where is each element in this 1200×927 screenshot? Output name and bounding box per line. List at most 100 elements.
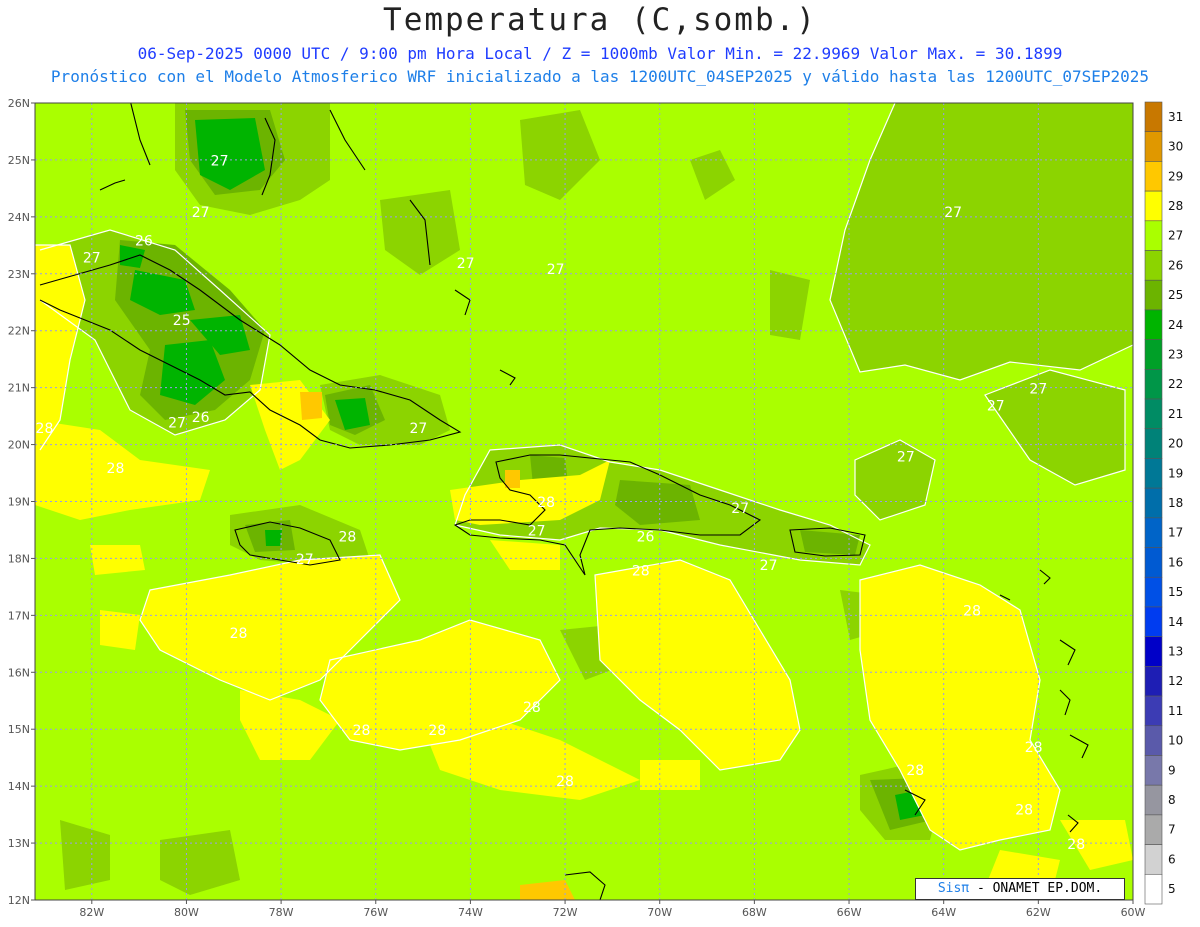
contour-label: 27	[83, 250, 101, 266]
longitude-labels: 82W 80W 78W 76W 74W 72W 70W 68W 66W 64W 62W 60W	[79, 900, 1146, 919]
color-scale-bar: 31 30 29 28 27 26 25 24 23 22 21 20 19 18 17 16 15 14 13 12…	[1144, 101, 1183, 905]
colorbar-label: 28	[1168, 199, 1183, 213]
colorbar-label: 9	[1168, 763, 1176, 777]
contour-label: 28	[556, 774, 574, 790]
colorbar-label: 11	[1168, 704, 1183, 718]
colorbar-swatch	[1144, 666, 1163, 697]
contour-label: 27	[457, 256, 475, 272]
lat-tick-label: 12N	[8, 894, 30, 907]
colorbar-label: 30	[1168, 140, 1183, 154]
contour-label: 28	[353, 723, 371, 739]
colorbar-label: 16	[1168, 555, 1183, 569]
lat-tick-label: 24N	[8, 211, 30, 224]
lat-tick-label: 14N	[8, 780, 30, 793]
colorbar-swatch	[1144, 547, 1163, 578]
colorbar-swatch	[1144, 279, 1163, 311]
colorbar-label: 7	[1168, 823, 1176, 837]
lon-tick-label: 60W	[1121, 906, 1146, 919]
colorbar-label: 23	[1168, 347, 1183, 361]
lon-tick-label: 78W	[269, 906, 294, 919]
credit-box: Sisπ - ONAMET EP.DOM.	[915, 878, 1125, 900]
colorbar-label: 5	[1168, 882, 1176, 896]
contour-label: 28	[906, 763, 924, 779]
lat-tick-label: 17N	[8, 609, 30, 622]
colorbar-label: 31	[1168, 110, 1183, 124]
contour-label: 26	[637, 529, 655, 545]
lat-tick-label: 23N	[8, 268, 30, 281]
contour-label: 28	[1015, 803, 1033, 819]
colorbar-swatch	[1144, 220, 1163, 251]
contour-label: 27	[211, 154, 229, 170]
lat-tick-label: 18N	[8, 552, 30, 565]
lon-tick-label: 82W	[79, 906, 104, 919]
contour-label: 28	[338, 529, 356, 545]
colorbar-swatch	[1144, 369, 1163, 400]
lon-tick-label: 66W	[837, 906, 862, 919]
contour-label: 27	[409, 421, 427, 437]
temperature-map: 27 27 26 27 25 26 27 28 28 27 27 27 27 27 27 27 27 27 28 26…	[8, 97, 1184, 919]
colorbar-swatch	[1144, 636, 1163, 667]
lat-tick-label: 25N	[8, 154, 30, 167]
contour-label: 28	[632, 564, 650, 580]
contour-label: 27	[296, 552, 314, 568]
colorbar-swatch	[1144, 101, 1163, 133]
colorbar-swatch	[1144, 131, 1163, 162]
colorbar-swatch	[1144, 755, 1163, 786]
colorbar-label: 27	[1168, 229, 1183, 243]
lon-tick-label: 80W	[174, 906, 199, 919]
lat-tick-label: 16N	[8, 666, 30, 679]
credit-org: - ONAMET EP.DOM.	[969, 881, 1103, 896]
colorbar-label: 29	[1168, 169, 1183, 183]
contour-label: 28	[107, 461, 125, 477]
lon-tick-label: 70W	[647, 906, 672, 919]
contour-label: 26	[135, 233, 153, 249]
colorbar-swatch	[1144, 725, 1163, 756]
lon-tick-label: 74W	[458, 906, 483, 919]
colorbar-label: 18	[1168, 496, 1183, 510]
contour-label: 27	[987, 398, 1005, 414]
colorbar-swatch	[1144, 784, 1163, 816]
contour-label: 27	[731, 501, 749, 517]
contour-label: 28	[428, 723, 446, 739]
colorbar-label: 25	[1168, 288, 1183, 302]
colorbar-swatch	[1144, 428, 1163, 459]
contour-label: 27	[168, 415, 186, 431]
colorbar-swatch	[1144, 695, 1163, 727]
contour-label: 27	[192, 205, 210, 221]
lat-tick-label: 20N	[8, 439, 30, 452]
lat-tick-label: 21N	[8, 382, 30, 395]
contour-label: 28	[1067, 837, 1085, 853]
colorbar-swatch	[1144, 873, 1163, 905]
colorbar-label: 17	[1168, 526, 1183, 540]
contour-label: 28	[1025, 740, 1043, 756]
colorbar-swatch	[1144, 844, 1163, 875]
contour-label: 27	[547, 262, 565, 278]
colorbar-label: 6	[1168, 852, 1176, 866]
contour-label: 28	[963, 603, 981, 619]
colorbar-label: 15	[1168, 585, 1183, 599]
lon-tick-label: 72W	[553, 906, 578, 919]
colorbar-swatch	[1144, 309, 1163, 340]
lat-tick-label: 13N	[8, 837, 30, 850]
contour-label: 28	[36, 421, 54, 437]
colorbar-label: 13	[1168, 645, 1183, 659]
colorbar-swatch	[1144, 250, 1163, 281]
colorbar-swatch	[1144, 576, 1163, 608]
contour-label: 28	[230, 626, 248, 642]
colorbar-swatch	[1144, 190, 1163, 222]
colorbar-swatch	[1144, 458, 1163, 489]
colorbar-swatch	[1144, 339, 1163, 370]
contour-label: 27	[944, 205, 962, 221]
lat-tick-label: 19N	[8, 496, 30, 509]
latitude-labels: 26N 25N 24N 23N 22N 21N 20N 19N 18N 17N 16N 15N 14N 1…	[8, 97, 35, 907]
colorbar-label: 10	[1168, 734, 1183, 748]
contour-label: 25	[173, 313, 191, 329]
colorbar-label: 26	[1168, 258, 1183, 272]
lon-tick-label: 76W	[363, 906, 388, 919]
colorbar-label: 22	[1168, 377, 1183, 391]
contour-label: 26	[192, 410, 210, 426]
colorbar-swatch	[1144, 398, 1163, 430]
colorbar-label: 24	[1168, 318, 1183, 332]
contour-label: 27	[760, 558, 778, 574]
colorbar-label: 14	[1168, 615, 1183, 629]
